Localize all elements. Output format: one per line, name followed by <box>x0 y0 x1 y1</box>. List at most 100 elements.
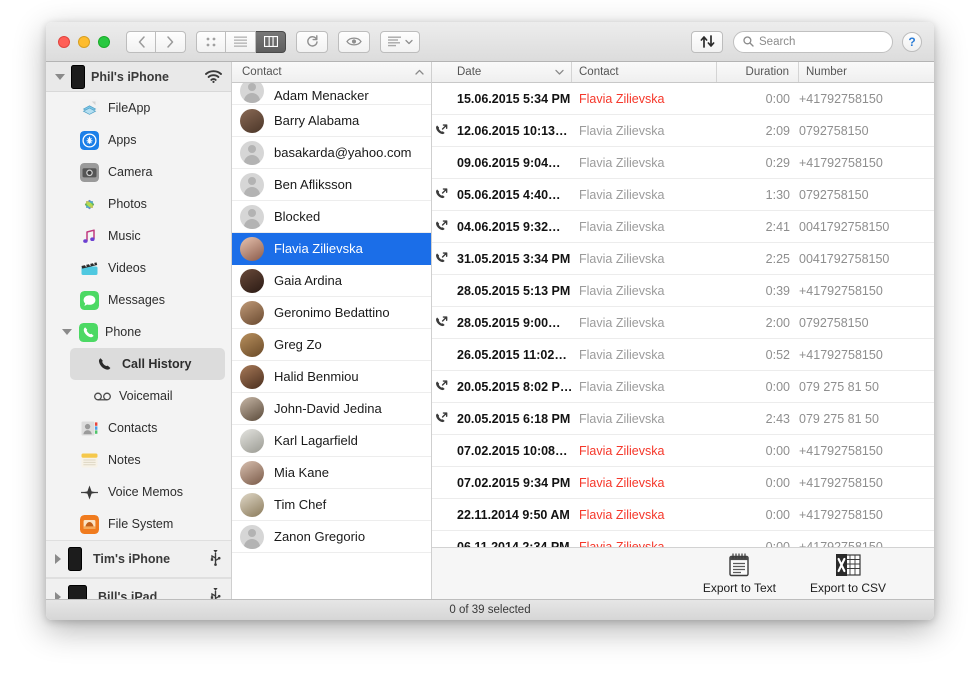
sidebar-item-notes[interactable]: Notes <box>46 444 231 476</box>
sidebar-item-call-history[interactable]: Call History <box>70 348 225 380</box>
sidebar-device-tims-iphone[interactable]: Tim's iPhone <box>46 540 231 578</box>
table-row[interactable]: 07.02.2015 10:08…Flavia Zilievska0:00+41… <box>432 435 934 467</box>
contacts-list[interactable]: Adam Menacker Barry Alabama basakarda@ya… <box>232 83 431 599</box>
column-header-contact[interactable]: Contact <box>572 62 717 82</box>
column-view-icon[interactable] <box>256 31 286 53</box>
list-item[interactable]: Geronimo Bedattino <box>232 297 431 329</box>
table-row[interactable]: 31.05.2015 3:34 PMFlavia Zilievska2:2500… <box>432 243 934 275</box>
table-row[interactable]: 28.05.2015 9:00…Flavia Zilievska2:000792… <box>432 307 934 339</box>
list-view-icon[interactable] <box>226 31 256 53</box>
cell-number: +41792758150 <box>799 284 934 298</box>
sidebar-item-messages[interactable]: Messages <box>46 284 231 316</box>
list-item[interactable]: Tim Chef <box>232 489 431 521</box>
cell-date: 28.05.2015 9:00… <box>450 316 572 330</box>
table-row[interactable]: 06.11.2014 2:34 PMFlavia Zilievska0:00+4… <box>432 531 934 547</box>
sidebar-item-phone[interactable]: Phone <box>46 316 231 348</box>
contact-name: Halid Benmiou <box>274 369 423 384</box>
sidebar-item-voicemail[interactable]: Voicemail <box>46 380 231 412</box>
call-history-table[interactable]: 15.06.2015 5:34 PMFlavia Zilievska0:00+4… <box>432 83 934 547</box>
sidebar-item-label: Camera <box>108 165 152 179</box>
sidebar-item-label: Voicemail <box>119 389 173 403</box>
sidebar-device-bills-ipad[interactable]: Bill's iPad <box>46 578 231 599</box>
export-to-csv-button[interactable]: Export to CSV <box>810 552 886 595</box>
list-item[interactable]: basakarda@yahoo.com <box>232 137 431 169</box>
column-header-duration[interactable]: Duration <box>717 62 799 82</box>
column-label: Number <box>806 66 847 78</box>
list-item[interactable]: Halid Benmiou <box>232 361 431 393</box>
contacts-column-header[interactable]: Contact <box>232 62 431 83</box>
table-row[interactable]: 26.05.2015 11:02…Flavia Zilievska0:52+41… <box>432 339 934 371</box>
minimize-button[interactable] <box>78 36 90 48</box>
cell-duration: 2:09 <box>717 124 799 138</box>
zoom-button[interactable] <box>98 36 110 48</box>
sidebar-item-camera[interactable]: Camera <box>46 156 231 188</box>
list-item[interactable]: Blocked <box>232 201 431 233</box>
search-input[interactable]: Search <box>733 31 893 53</box>
chevron-right-icon[interactable] <box>55 554 61 564</box>
table-row[interactable]: 15.06.2015 5:34 PMFlavia Zilievska0:00+4… <box>432 83 934 115</box>
chevron-down-icon[interactable] <box>62 329 72 335</box>
list-item[interactable]: John-David Jedina <box>232 393 431 425</box>
cell-date: 15.06.2015 5:34 PM <box>450 92 572 106</box>
cell-number: +41792758150 <box>799 540 934 548</box>
cell-number: +41792758150 <box>799 476 934 490</box>
help-button[interactable]: ? <box>902 32 922 52</box>
list-item[interactable]: Mia Kane <box>232 457 431 489</box>
list-item[interactable]: Ben Afliksson <box>232 169 431 201</box>
grid-view-icon[interactable] <box>196 31 226 53</box>
sidebar-item-contacts[interactable]: Contacts <box>46 412 231 444</box>
sidebar-item-file-system[interactable]: File System <box>46 508 231 540</box>
cell-number: 079 275 81 50 <box>799 380 934 394</box>
table-row[interactable]: 04.06.2015 9:32…Flavia Zilievska2:410041… <box>432 211 934 243</box>
sidebar-item-label: Voice Memos <box>108 485 183 499</box>
column-header-date[interactable]: Date <box>450 62 572 82</box>
list-item[interactable]: Zanon Gregorio <box>232 521 431 553</box>
arrange-button[interactable] <box>380 31 420 53</box>
sidebar-item-music[interactable]: Music <box>46 220 231 252</box>
table-row[interactable]: 09.06.2015 9:04…Flavia Zilievska0:29+417… <box>432 147 934 179</box>
table-row[interactable]: 20.05.2015 6:18 PMFlavia Zilievska2:4307… <box>432 403 934 435</box>
sidebar-item-photos[interactable]: Photos <box>46 188 231 220</box>
cell-date: 06.11.2014 2:34 PM <box>450 540 572 548</box>
export-to-text-button[interactable]: Export to Text <box>703 552 776 595</box>
table-row[interactable]: 20.05.2015 8:02 P…Flavia Zilievska0:0007… <box>432 371 934 403</box>
sidebar-item-label: Music <box>108 229 141 243</box>
table-header: Date Contact Duration Number <box>432 62 934 83</box>
back-button[interactable] <box>126 31 156 53</box>
cell-date: 05.06.2015 4:40… <box>450 188 572 202</box>
list-item[interactable]: Flavia Zilievska <box>232 233 431 265</box>
table-row[interactable]: 28.05.2015 5:13 PMFlavia Zilievska0:39+4… <box>432 275 934 307</box>
cell-contact: Flavia Zilievska <box>572 92 717 106</box>
sidebar-item-fileapp[interactable]: FileApp <box>46 92 231 124</box>
chevron-right-icon[interactable] <box>55 592 61 599</box>
table-row[interactable]: 05.06.2015 4:40…Flavia Zilievska1:300792… <box>432 179 934 211</box>
list-item[interactable]: Gaia Ardina <box>232 265 431 297</box>
forward-button[interactable] <box>156 31 186 53</box>
eye-icon[interactable] <box>338 31 370 53</box>
list-item[interactable]: Karl Lagarfield <box>232 425 431 457</box>
chevron-down-icon[interactable] <box>55 74 65 80</box>
table-row[interactable]: 07.02.2015 9:34 PMFlavia Zilievska0:00+4… <box>432 467 934 499</box>
outgoing-call-icon <box>432 188 450 201</box>
list-item[interactable]: Barry Alabama <box>232 105 431 137</box>
sidebar-device-header[interactable]: Phil's iPhone <box>46 62 231 92</box>
contact-name: basakarda@yahoo.com <box>274 145 423 160</box>
cell-duration: 0:29 <box>717 156 799 170</box>
cell-contact: Flavia Zilievska <box>572 284 717 298</box>
table-row[interactable]: 22.11.2014 9:50 AMFlavia Zilievska0:00+4… <box>432 499 934 531</box>
sort-updown-icon[interactable] <box>691 31 723 53</box>
outgoing-call-icon <box>432 412 450 425</box>
refresh-button[interactable] <box>296 31 328 53</box>
sidebar-item-videos[interactable]: Videos <box>46 252 231 284</box>
close-button[interactable] <box>58 36 70 48</box>
cell-duration: 0:52 <box>717 348 799 362</box>
list-item[interactable]: Adam Menacker <box>232 83 431 105</box>
cell-number: 079 275 81 50 <box>799 412 934 426</box>
sidebar-item-voice-memos[interactable]: Voice Memos <box>46 476 231 508</box>
table-row[interactable]: 12.06.2015 10:13…Flavia Zilievska2:09079… <box>432 115 934 147</box>
contacts-column-label: Contact <box>242 66 415 78</box>
sidebar-item-apps[interactable]: Apps <box>46 124 231 156</box>
avatar <box>240 269 264 293</box>
column-header-number[interactable]: Number <box>799 62 934 82</box>
list-item[interactable]: Greg Zo <box>232 329 431 361</box>
